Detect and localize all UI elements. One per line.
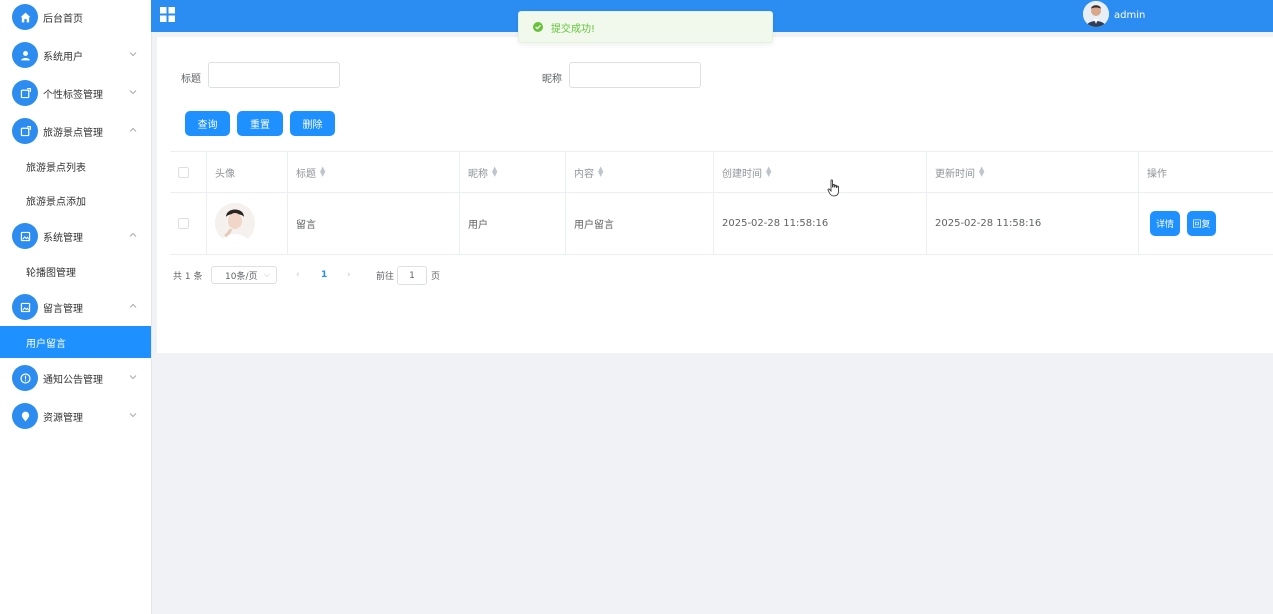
detail-button[interactable]: 详情 [1150,210,1180,236]
column-header-updated[interactable]: 更新时间 ▲ ▼ [927,152,1139,192]
column-header-actions: 操作 [1139,152,1273,192]
user-name[interactable]: admin [1114,10,1145,21]
sidebar-item-home[interactable]: 后台首页 [0,2,151,32]
chevron-down-icon [129,90,137,95]
sidebar-item-label: 后台首页 [43,13,83,25]
sidebar-subitem-spot-add[interactable]: 旅游景点添加 [0,184,151,216]
sidebar: 后台首页 系统用户 个性标签管理 旅游景点管理 旅游景点列表 旅游景点添加 系统… [0,0,152,614]
select-all-checkbox[interactable] [178,166,189,178]
sidebar-item-label: 通知公告管理 [43,374,103,386]
column-header-label: 内容 [574,168,594,180]
sidebar-item-tags[interactable]: 个性标签管理 [0,78,151,108]
sidebar-item-label: 系统用户 [43,51,83,63]
title-label: 标题 [181,74,201,85]
image-icon [12,223,38,249]
table-row: 留言 用户 用户留言 2025-02-28 11:58:16 2025-02-2… [170,192,1273,255]
title-input[interactable] [208,62,340,88]
sidebar-item-system-management[interactable]: 系统管理 [0,221,151,251]
sidebar-item-messages[interactable]: 留言管理 [0,292,151,322]
next-page-icon[interactable]: › [347,266,351,284]
updated-time-cell: 2025-02-28 11:58:16 [927,192,1139,254]
sidebar-item-spots[interactable]: 旅游景点管理 [0,116,151,146]
pagination-total: 共 1 条 [173,271,203,282]
home-icon [12,4,38,30]
avatar [215,203,255,243]
column-header-label: 标题 [296,168,316,180]
sidebar-subitem-carousel[interactable]: 轮播图管理 [0,255,151,287]
message-table: 头像 标题 ▲ ▼ 昵称 ▲ ▼ 内容 ▲ ▼ 创建时间 ▲ ▼ 更新时间 ▲ ▼ 操作 [170,151,1273,255]
page-size-value: 10条/页 [225,271,258,282]
page-number-current[interactable]: 1 [321,266,327,284]
actions-cell: 详情 回复 [1139,192,1273,254]
column-header-title[interactable]: 标题 ▲ ▼ [288,152,460,192]
tag-icon [12,118,38,144]
page-size-select[interactable]: 10条/页 ⌵ [211,266,277,284]
chevron-up-icon [129,127,137,132]
avatar-cell [207,192,288,254]
row-checkbox[interactable] [178,217,189,229]
success-toast: 提交成功! [518,11,773,43]
column-header-label: 头像 [215,168,235,180]
chevron-up-icon [129,303,137,308]
tag-icon [12,80,38,106]
column-header-created[interactable]: 创建时间 ▲ ▼ [714,152,927,192]
nickname-cell: 用户 [460,192,566,254]
column-header-label: 更新时间 [935,168,975,180]
reply-button[interactable]: 回复 [1187,210,1216,236]
created-time-cell: 2025-02-28 11:58:16 [714,192,927,254]
sort-icon[interactable]: ▲ ▼ [766,166,771,178]
column-header-label: 昵称 [468,168,488,180]
column-header-content[interactable]: 内容 ▲ ▼ [566,152,714,192]
select-all-cell [170,152,207,192]
column-header-avatar: 头像 [207,152,288,192]
prev-page-icon[interactable]: ‹ [296,266,300,284]
chevron-down-icon [129,52,137,57]
sidebar-subitem-spot-list[interactable]: 旅游景点列表 [0,150,151,182]
content-cell: 用户留言 [566,192,714,254]
nickname-input[interactable] [569,62,701,88]
sidebar-subitem-label: 旅游景点添加 [26,196,86,208]
user-icon [12,42,38,68]
chevron-down-icon [129,413,137,418]
column-header-label: 创建时间 [722,168,762,180]
nickname-label: 昵称 [542,74,562,85]
delete-button[interactable]: 删除 [290,111,335,136]
hand-cursor-icon [827,179,839,197]
goto-suffix: 页 [431,271,441,282]
sidebar-item-notices[interactable]: 通知公告管理 [0,363,151,393]
sort-icon[interactable]: ▲ ▼ [979,166,984,178]
sidebar-subitem-label: 用户留言 [26,338,66,350]
column-header-nickname[interactable]: 昵称 ▲ ▼ [460,152,566,192]
goto-page-input[interactable]: 1 [397,266,427,285]
sidebar-subitem-user-message[interactable]: 用户留言 [0,326,151,358]
info-icon [12,365,38,391]
query-button[interactable]: 查询 [185,111,230,136]
chevron-down-icon: ⌵ [263,270,270,279]
title-cell: 留言 [288,192,460,254]
sort-icon[interactable]: ▲ ▼ [598,166,603,178]
image-icon [12,294,38,320]
sidebar-item-label: 个性标签管理 [43,89,103,101]
sidebar-item-label: 旅游景点管理 [43,127,103,139]
sidebar-item-label: 资源管理 [43,412,83,424]
sidebar-item-resources[interactable]: 资源管理 [0,401,151,431]
chevron-up-icon [129,232,137,237]
reset-button[interactable]: 重置 [237,111,283,136]
check-circle-icon [533,22,543,32]
sort-icon[interactable]: ▲ ▼ [320,166,325,178]
table-header-row: 头像 标题 ▲ ▼ 昵称 ▲ ▼ 内容 ▲ ▼ 创建时间 ▲ ▼ 更新时间 ▲ ▼ 操作 [170,152,1273,193]
sort-icon[interactable]: ▲ ▼ [492,166,497,178]
sidebar-subitem-label: 轮播图管理 [26,267,76,279]
location-icon [12,403,38,429]
row-select-cell [170,192,207,254]
sidebar-item-label: 系统管理 [43,232,83,244]
user-avatar[interactable] [1083,1,1109,27]
sidebar-subitem-label: 旅游景点列表 [26,162,86,174]
toast-message: 提交成功! [551,23,596,35]
sidebar-item-label: 留言管理 [43,303,83,315]
chevron-down-icon [129,375,137,380]
goto-prefix: 前往 [376,271,395,282]
sidebar-item-system-users[interactable]: 系统用户 [0,40,151,70]
column-header-label: 操作 [1147,168,1167,180]
